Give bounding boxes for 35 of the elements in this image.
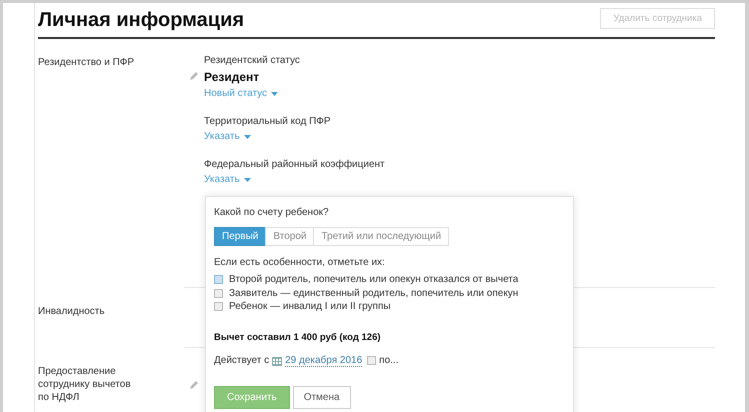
deduction-result: Вычет составил 1 400 руб (код 126) xyxy=(214,332,382,342)
tab[interactable]: Второй xyxy=(265,227,314,246)
checkbox[interactable] xyxy=(214,302,223,312)
dropdown-link[interactable]: Указать xyxy=(204,174,251,185)
pencil-icon xyxy=(189,381,198,390)
field-label: Резидентский статус xyxy=(204,54,301,67)
section-label: Предоставление сотруднику вычетов по НДФЛ xyxy=(38,365,132,405)
hint-text: Если есть особенности, отметьте их: xyxy=(214,257,386,268)
field-label: Территориальный код ПФР xyxy=(204,115,332,128)
caret-icon xyxy=(271,92,278,96)
date-link[interactable]: 29 декабря 2016 xyxy=(285,354,362,366)
checkbox[interactable] xyxy=(367,356,376,365)
checkbox[interactable] xyxy=(214,288,223,298)
tab[interactable]: Первый xyxy=(214,227,266,246)
tab[interactable]: Третий или последующий xyxy=(313,227,450,246)
calendar-icon xyxy=(272,356,282,366)
pencil-icon xyxy=(189,72,198,81)
valid-from-label: Действует с xyxy=(214,355,270,366)
question-text: Какой по счету ребенок? xyxy=(214,207,330,218)
field-value: Резидент xyxy=(204,70,260,84)
dropdown-link[interactable]: Новый статус xyxy=(204,88,278,99)
checkbox[interactable] xyxy=(214,275,223,284)
field-label: Федеральный районный коэффициент xyxy=(204,158,386,171)
checkbox-label: Второй родитель, попечитель или опекун отказался от вычета xyxy=(229,274,518,286)
section-label: Инвалидность xyxy=(38,305,106,319)
checkbox-label: Заявитель — единственный родитель, попечитель или опекун xyxy=(229,288,518,299)
checkbox-label: Ребенок — инвалид I или II группы xyxy=(229,301,391,312)
cancel-button[interactable]: Отмена xyxy=(292,386,351,408)
until-label: по... xyxy=(379,355,398,366)
section-label: Резидентство и ПФР xyxy=(38,56,136,70)
dropdown-link[interactable]: Указать xyxy=(204,131,251,142)
caret-icon xyxy=(244,134,251,138)
page-title: Личная информация xyxy=(38,8,244,32)
caret-icon xyxy=(244,178,251,182)
save-button[interactable]: Сохранить xyxy=(214,386,290,408)
